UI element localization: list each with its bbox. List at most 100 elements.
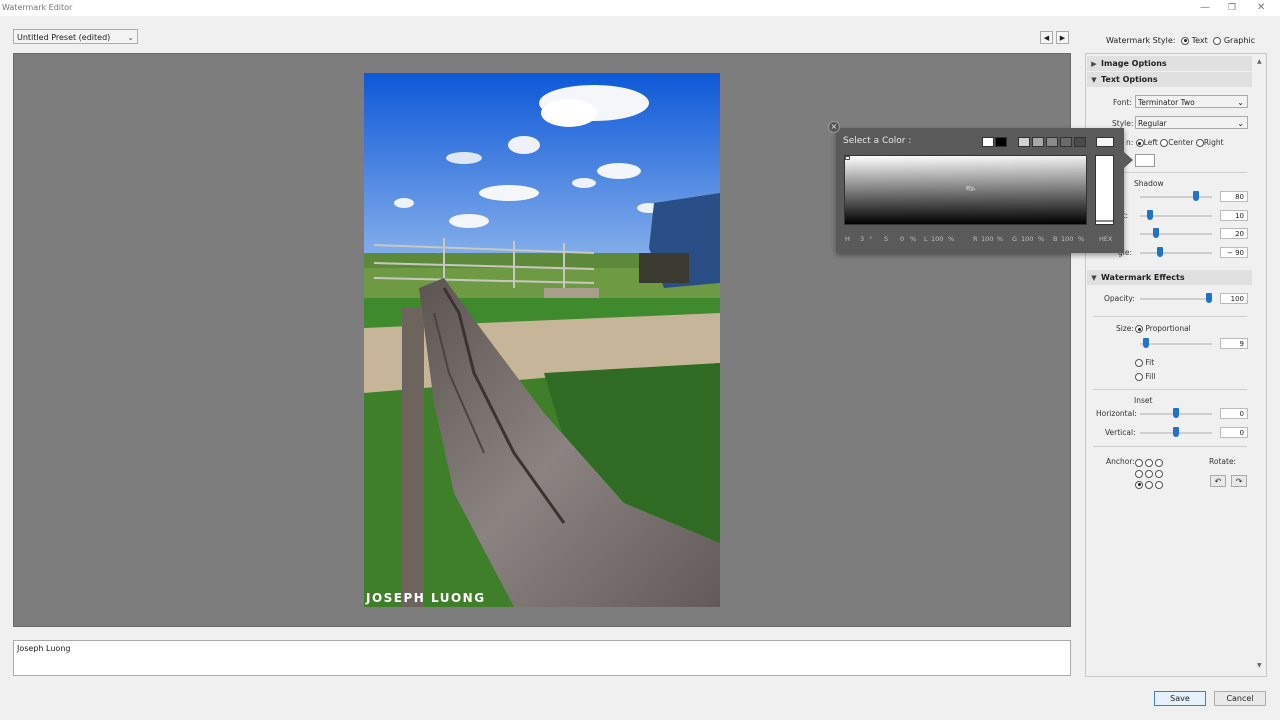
opacity-value-field[interactable]: 100: [1220, 293, 1248, 304]
green-unit: %: [1038, 235, 1045, 243]
align-left-label: Left: [1143, 138, 1158, 147]
preset-dropdown[interactable]: Untitled Preset (edited) ⌄: [13, 29, 138, 44]
swatch-gray-5[interactable]: [1074, 137, 1086, 147]
image-options-header[interactable]: ▶ Image Options: [1087, 56, 1252, 71]
swatch-white[interactable]: [982, 137, 994, 147]
red-unit: %: [997, 235, 1004, 243]
anchor-middle-right[interactable]: [1155, 469, 1163, 478]
minimize-icon[interactable]: —: [1200, 2, 1210, 14]
swatch-gray-1[interactable]: [1018, 137, 1030, 147]
align-center-radio[interactable]: [1160, 139, 1169, 147]
picker-close-button[interactable]: ×: [828, 121, 840, 133]
size-slider-track[interactable]: [1140, 343, 1212, 345]
size-fill-radio[interactable]: [1135, 373, 1143, 381]
sat-unit: %: [910, 235, 917, 243]
anchor-center[interactable]: [1145, 469, 1153, 478]
previous-arrow-button[interactable]: ◀: [1040, 31, 1053, 44]
anchor-top-right[interactable]: [1155, 458, 1163, 467]
shadow-slider-track[interactable]: [1140, 252, 1212, 254]
shadow-slider-thumb[interactable]: [1192, 191, 1199, 201]
swatch-black[interactable]: [995, 137, 1007, 147]
size-label: Size:: [1116, 324, 1134, 333]
shadow-slider-track[interactable]: [1140, 233, 1212, 235]
shadow-label: Shadow: [1134, 179, 1164, 188]
rotate-left-button[interactable]: ↶: [1210, 475, 1226, 487]
anchor-bottom-right[interactable]: [1155, 480, 1163, 489]
horizontal-slider-thumb[interactable]: [1173, 408, 1179, 418]
scroll-down-icon[interactable]: ▼: [1257, 662, 1262, 669]
opacity-slider-track[interactable]: [1140, 298, 1212, 300]
divider: [1093, 316, 1247, 317]
save-button[interactable]: Save: [1154, 691, 1206, 706]
align-left-radio[interactable]: [1135, 139, 1144, 147]
shadow-slider-thumb[interactable]: [1146, 210, 1153, 220]
red-value[interactable]: 100: [981, 235, 993, 243]
style-dropdown[interactable]: Regular ⌄: [1135, 116, 1248, 129]
vertical-slider-thumb[interactable]: [1173, 427, 1179, 437]
close-icon[interactable]: ✕: [1257, 2, 1265, 14]
size-value-field[interactable]: 9: [1220, 338, 1248, 349]
scroll-up-icon[interactable]: ▲: [1257, 58, 1262, 65]
swatch-gray-4[interactable]: [1060, 137, 1072, 147]
align-label: n:: [1126, 138, 1134, 147]
brightness-strip[interactable]: [1095, 155, 1114, 225]
size-proportional-row: Proportional: [1135, 324, 1191, 333]
color-selection-marker[interactable]: [845, 156, 850, 160]
size-fit-radio[interactable]: [1135, 359, 1143, 367]
next-arrow-button[interactable]: ▶: [1056, 31, 1069, 44]
shadow-value-field[interactable]: 10: [1220, 210, 1248, 221]
shadow-slider-track[interactable]: [1140, 196, 1212, 198]
blue-unit: %: [1078, 235, 1085, 243]
rotate-right-button[interactable]: ↷: [1231, 475, 1247, 487]
brightness-handle[interactable]: [1096, 220, 1113, 222]
shadow-slider-thumb[interactable]: [1153, 228, 1160, 238]
style-graphic-radio[interactable]: [1213, 36, 1222, 45]
horizontal-label: Horizontal:: [1096, 409, 1137, 418]
size-fit-row: Fit: [1135, 358, 1154, 367]
watermark-style-label: Watermark Style:: [1106, 36, 1176, 45]
shadow-value-field[interactable]: 80: [1220, 191, 1248, 202]
swatch-gray-3[interactable]: [1046, 137, 1058, 147]
image-options-label: Image Options: [1101, 59, 1167, 68]
anchor-top-left[interactable]: [1135, 458, 1143, 467]
align-right-label: Right: [1203, 138, 1224, 147]
align-right-radio[interactable]: [1195, 139, 1204, 147]
shadow-slider-thumb[interactable]: [1156, 247, 1163, 257]
text-color-swatch[interactable]: [1135, 154, 1155, 167]
chevron-down-icon: ⌄: [127, 33, 134, 42]
title-bar: Watermark Editor — ❐ ✕: [0, 0, 1280, 16]
anchor-top-center[interactable]: [1145, 458, 1153, 467]
style-text-label: Text: [1191, 36, 1208, 45]
watermark-effects-header[interactable]: ▼ Watermark Effects: [1087, 270, 1252, 285]
opacity-slider-thumb[interactable]: [1206, 293, 1212, 303]
font-label: Font:: [1113, 98, 1132, 107]
vertical-value-field[interactable]: 0: [1220, 427, 1248, 438]
picker-title: Select a Color :: [843, 136, 912, 146]
hue-value[interactable]: 3: [860, 235, 864, 243]
watermark-text-input[interactable]: Joseph Luong: [13, 640, 1071, 676]
align-row: n: Left Center Right: [1126, 138, 1224, 147]
shadow-value-field[interactable]: − 90: [1220, 247, 1248, 258]
sat-value[interactable]: 0: [900, 235, 904, 243]
blue-value[interactable]: 100: [1061, 235, 1073, 243]
collapse-triangle-icon: ▼: [1091, 274, 1097, 282]
lum-value[interactable]: 100: [931, 235, 943, 243]
size-proportional-radio[interactable]: [1135, 325, 1143, 333]
style-text-radio[interactable]: [1181, 36, 1190, 45]
text-options-header[interactable]: ▼ Text Options: [1087, 72, 1252, 87]
panel-scrollbar[interactable]: ▲ ▼: [1257, 58, 1264, 669]
opacity-label: Opacity:: [1104, 294, 1135, 303]
swatch-gray-2[interactable]: [1032, 137, 1044, 147]
anchor-bottom-center[interactable]: [1145, 480, 1153, 489]
horizontal-value-field[interactable]: 0: [1220, 408, 1248, 419]
size-slider-thumb[interactable]: [1143, 338, 1149, 348]
vertical-label: Vertical:: [1105, 428, 1136, 437]
anchor-middle-left[interactable]: [1135, 469, 1143, 478]
green-label: G: [1012, 235, 1018, 243]
anchor-bottom-left[interactable]: [1135, 480, 1143, 489]
shadow-value-field[interactable]: 20: [1220, 228, 1248, 239]
restore-icon[interactable]: ❐: [1228, 2, 1236, 14]
green-value[interactable]: 100: [1021, 235, 1033, 243]
font-dropdown[interactable]: Terminator Two ⌄: [1135, 95, 1248, 108]
cancel-button[interactable]: Cancel: [1214, 691, 1266, 706]
